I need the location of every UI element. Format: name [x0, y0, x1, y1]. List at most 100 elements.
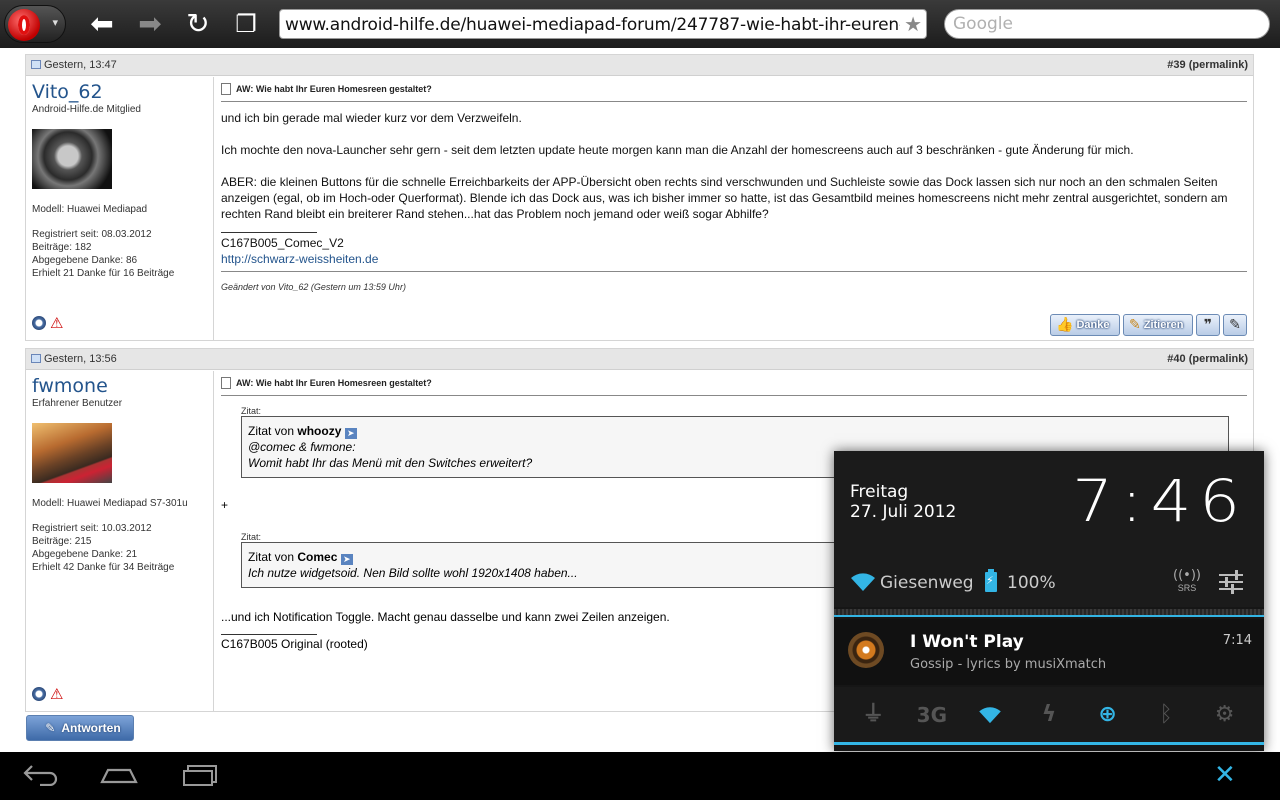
flash-icon[interactable]: ϟ [1029, 695, 1069, 735]
opera-logo-icon [8, 9, 40, 41]
pencil-icon: ✎ [45, 721, 56, 735]
reply-button[interactable]: ✎ Antworten [26, 715, 134, 741]
post-number[interactable]: #39 [1167, 59, 1185, 71]
online-status-icon[interactable] [32, 315, 46, 330]
view-post-icon[interactable]: ➤ [340, 554, 353, 565]
signature-text: C167B005_Comec_V2 [221, 236, 344, 250]
notification-time: 7:14 [1222, 633, 1252, 648]
gps-icon[interactable]: ⊕ [1088, 695, 1128, 735]
gear-icon[interactable]: ⚙ [1205, 695, 1245, 735]
post-icon [31, 354, 41, 363]
notification-item[interactable]: I Won't Play Gossip - lyrics by musiXmat… [834, 619, 1264, 685]
close-notifications-icon[interactable]: ✕ [1214, 760, 1236, 790]
permalink[interactable]: (permalink) [1189, 353, 1248, 365]
avatar[interactable] [32, 129, 112, 189]
srs-button[interactable]: ((•)) SRS [1172, 569, 1202, 594]
user-title: Erfahrener Benutzer [32, 398, 123, 409]
antenna-icon[interactable]: ⏚ [853, 695, 893, 735]
post-title-text: AW: Wie habt Ihr Euren Homesreen gestalt… [236, 84, 432, 94]
post-number-area: #40 (permalink) [1167, 349, 1248, 370]
post-header: Gestern, 13:47 #39 (permalink) [26, 55, 1253, 76]
post-title-text: AW: Wie habt Ihr Euren Homesreen gestalt… [236, 378, 432, 388]
post-number[interactable]: #40 [1167, 353, 1185, 365]
url-text[interactable]: www.android-hilfe.de/huawei-mediapad-for… [285, 15, 900, 35]
quote-prefix: Zitat von [248, 550, 295, 564]
post-date: Gestern, 13:56 [44, 353, 117, 365]
signature-link[interactable]: http://schwarz-weissheiten.de [221, 251, 1247, 267]
bookmark-star-icon[interactable]: ★ [904, 12, 922, 37]
wifi-icon[interactable] [970, 695, 1010, 735]
battery-percent: 100% [1007, 573, 1056, 593]
quote-text: Womit habt Ihr das Menü mit den Switches… [248, 456, 533, 470]
online-status-icon[interactable] [32, 686, 46, 701]
user-thanks-received: Erhielt 21 Danke für 16 Beiträge [32, 268, 175, 279]
opera-menu-button[interactable]: ▾ [4, 5, 66, 43]
search-bar[interactable] [944, 9, 1270, 39]
user-info: Vito_62 Android-Hilfe.de Mitglied Modell… [26, 77, 214, 340]
user-meta: Modell: Huawei Mediapad S7-301u Registri… [32, 497, 207, 574]
view-post-icon[interactable]: ➤ [344, 428, 357, 439]
user-model: Modell: Huawei Mediapad [32, 204, 148, 215]
forum-post: Gestern, 13:47 #39 (permalink) Vito_62 A… [25, 54, 1254, 341]
message-column: AW: Wie habt Ihr Euren Homesreen gestalt… [221, 77, 1247, 340]
pencil-icon: ✎ [1129, 317, 1141, 333]
back-button[interactable]: ⬅ [86, 8, 118, 40]
toggle-bar: ⏚ 3G ϟ ⊕ ᛒ ⚙ [834, 687, 1264, 745]
status-row: Giesenweg 100% ((•)) SRS [834, 561, 1264, 607]
thanks-button[interactable]: 👍 Danke [1050, 314, 1120, 336]
quote-prefix: Zitat von [248, 424, 295, 438]
document-icon [221, 377, 231, 389]
thumbs-up-icon: 👍 [1056, 317, 1074, 333]
user-posts-count: Beiträge: 182 [32, 242, 92, 253]
quote-button[interactable]: ✎ Zitieren [1123, 314, 1193, 336]
user-thanks-received: Erhielt 42 Danke für 34 Beiträge [32, 562, 175, 573]
menu-caret-icon: ▾ [52, 17, 58, 29]
user-posts-count: Beiträge: 215 [32, 536, 92, 547]
shade-divider [834, 609, 1264, 617]
post-paragraph: Ich mochte den nova-Launcher sehr gern -… [221, 143, 1134, 157]
username[interactable]: fwmone [32, 375, 207, 397]
user-registered: Registriert seit: 10.03.2012 [32, 523, 152, 534]
multi-quote-button[interactable]: ❞ [1196, 314, 1220, 336]
post-paragraph: ABER: die kleinen Buttons für die schnel… [221, 175, 1228, 221]
user-info: fwmone Erfahrener Benutzer Modell: Huawe… [26, 371, 214, 711]
reload-button[interactable]: ↻ [182, 8, 214, 40]
recent-apps-icon[interactable] [182, 762, 218, 790]
home-nav-icon[interactable] [100, 762, 138, 790]
quote-text: Ich nutze widgetsoid. Nen Bild sollte wo… [248, 566, 578, 580]
post-paragraph: und ich bin gerade mal wieder kurz vor d… [221, 111, 522, 125]
toggle-3g[interactable]: 3G [912, 695, 952, 735]
post-title: AW: Wie habt Ihr Euren Homesreen gestalt… [221, 83, 1247, 102]
wifi-name: Giesenweg [880, 573, 974, 593]
tabs-button[interactable]: ❐ [230, 8, 262, 40]
address-bar[interactable]: www.android-hilfe.de/huawei-mediapad-for… [279, 9, 927, 39]
quote-author: whoozy [297, 424, 342, 438]
shade-header: Freitag 27. Juli 2012 7:46 [834, 451, 1264, 561]
permalink[interactable]: (permalink) [1189, 59, 1248, 71]
username[interactable]: Vito_62 [32, 81, 207, 103]
avatar[interactable] [32, 423, 112, 483]
quote-icon: ❞ [1203, 317, 1213, 333]
document-icon [221, 83, 231, 95]
edited-note: Geändert von Vito_62 (Gestern um 13:59 U… [221, 271, 1247, 295]
quick-settings-icon[interactable] [1218, 570, 1244, 594]
post-title: AW: Wie habt Ihr Euren Homesreen gestalt… [221, 377, 1247, 396]
user-icons: ⚠ [32, 314, 63, 332]
system-navigation-bar: ✕ [0, 752, 1280, 800]
clock: 7:46 [1072, 468, 1248, 536]
quote-text: @comec & fwmone: [248, 440, 356, 454]
search-input[interactable] [953, 14, 1253, 34]
user-icons: ⚠ [32, 685, 63, 703]
srs-label: SRS [1177, 583, 1197, 593]
post-header: Gestern, 13:56 #40 (permalink) [26, 349, 1253, 370]
report-warning-icon[interactable]: ⚠ [50, 685, 63, 703]
browser-toolbar: ▾ ⬅ ➡ ↻ ❐ www.android-hilfe.de/huawei-me… [0, 0, 1280, 48]
bluetooth-icon[interactable]: ᛒ [1146, 695, 1186, 735]
forward-button[interactable]: ➡ [134, 8, 166, 40]
back-nav-icon[interactable] [22, 762, 58, 790]
battery-icon [985, 569, 997, 592]
notification-shade: Freitag 27. Juli 2012 7:46 Giesenweg 100… [834, 451, 1264, 751]
edit-button[interactable]: ✎ [1223, 314, 1247, 336]
user-thanks-given: Abgegebene Danke: 21 [32, 549, 138, 560]
report-warning-icon[interactable]: ⚠ [50, 314, 63, 332]
